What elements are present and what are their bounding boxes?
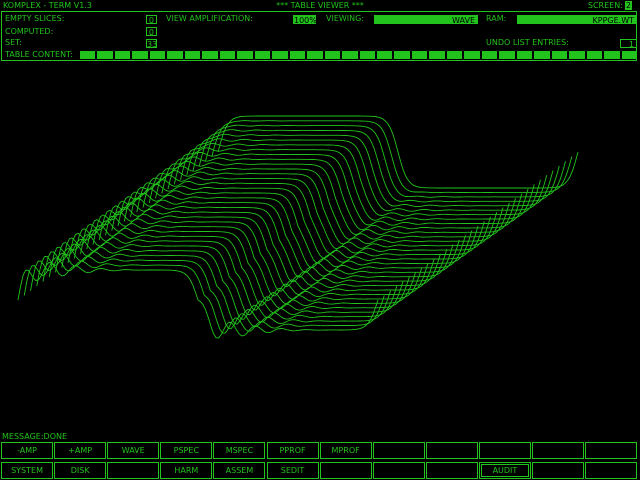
info-panel: EMPTY SLICES: 0 COMPUTED: 0 SET: 33 VIEW… xyxy=(1,11,637,61)
empty-button-slot[interactable] xyxy=(372,442,425,459)
table-content-cell xyxy=(516,51,533,59)
table-content-cell xyxy=(429,51,445,59)
table-content-cell xyxy=(604,51,620,59)
screen-label: SCREEN: xyxy=(587,1,623,10)
table-content-cell xyxy=(394,51,410,59)
table-content-cell xyxy=(324,51,341,59)
empty-button-slot[interactable] xyxy=(532,442,585,459)
empty-button-slot[interactable] xyxy=(107,462,160,479)
set-label: SET: xyxy=(5,38,22,47)
mprof-button[interactable]: MPROF xyxy=(319,442,372,459)
empty-button-slot[interactable] xyxy=(372,462,425,479)
table-content-cell xyxy=(551,51,568,59)
table-content-cell xyxy=(97,51,113,59)
table-content-cell xyxy=(219,51,236,59)
computed-label: COMPUTED: xyxy=(5,27,54,36)
undo-list-value: 1 xyxy=(620,39,637,49)
system-button[interactable]: SYSTEM xyxy=(1,462,54,479)
wave-slice xyxy=(142,170,504,245)
table-content-cell xyxy=(359,51,375,59)
wave-slice xyxy=(30,252,391,330)
empty-button-slot[interactable] xyxy=(425,442,478,459)
view-title: *** TABLE VIEWER *** xyxy=(276,1,364,10)
table-content-cell xyxy=(202,51,218,59)
wave-slice xyxy=(105,197,466,273)
viewing-value[interactable]: WAVE xyxy=(374,15,478,25)
screen-number: 2 xyxy=(624,1,632,10)
amp-button[interactable]: +AMP xyxy=(54,442,107,459)
table-content-cell xyxy=(464,51,480,59)
table-content-cell xyxy=(272,51,288,59)
harm-button[interactable]: HARM xyxy=(160,462,213,479)
pprof-button[interactable]: PPROF xyxy=(266,442,319,459)
terminal-screen: KOMPLEX - TERM V1.3 *** TABLE VIEWER ***… xyxy=(0,0,640,480)
wave-slice xyxy=(17,262,379,339)
screen-indicator: SCREEN: 2 xyxy=(588,0,632,11)
disk-button[interactable]: DISK xyxy=(54,462,107,479)
table-content-cell xyxy=(149,51,166,59)
wave-slice xyxy=(67,225,429,302)
wave-slice xyxy=(136,174,498,250)
ram-value[interactable]: KPPGE.WT xyxy=(517,15,637,25)
computed-value: 0 xyxy=(146,27,157,37)
table-content-cell xyxy=(499,51,515,59)
table-content-cell xyxy=(132,51,148,59)
table-content-label: TABLE CONTENT: xyxy=(5,50,73,59)
table-content-bar xyxy=(80,51,637,59)
empty-button-slot[interactable] xyxy=(425,462,478,479)
table-content-cell xyxy=(411,51,428,59)
ram-label: RAM: xyxy=(486,14,507,23)
amp-button[interactable]: -AMP xyxy=(1,442,54,459)
mspec-button[interactable]: MSPEC xyxy=(213,442,266,459)
table-content-cell xyxy=(114,51,131,59)
table-content-cell xyxy=(621,51,637,59)
table-content-cell xyxy=(534,51,550,59)
wave-button[interactable]: WAVE xyxy=(107,442,160,459)
table-content-cell xyxy=(446,51,463,59)
empty-button-slot[interactable] xyxy=(532,462,585,479)
sedit-button[interactable]: SEDIT xyxy=(266,462,319,479)
wave-slice xyxy=(23,257,385,334)
wave-slice xyxy=(173,147,535,221)
table-content-cell xyxy=(481,51,498,59)
command-button-grid: -AMP +AMP WAVE PSPEC MSPEC PPROF MPROF SYSTEM DI… xyxy=(1,442,639,480)
table-content-cell xyxy=(167,51,183,59)
empty-button-slot[interactable] xyxy=(319,462,372,479)
wave-slice xyxy=(117,188,479,264)
status-message: MESSAGE:DONE xyxy=(2,432,68,441)
assem-button[interactable]: ASSEM xyxy=(213,462,266,479)
wave-slice xyxy=(130,179,491,254)
empty-button-slot[interactable] xyxy=(478,442,531,459)
wave-slice xyxy=(111,193,473,269)
audit-button[interactable]: AUDIT xyxy=(478,462,531,479)
set-value[interactable]: 33 xyxy=(146,39,157,49)
empty-button-slot[interactable] xyxy=(585,462,638,479)
table-content-cell xyxy=(307,51,323,59)
viewing-label: VIEWING: xyxy=(326,14,365,23)
empty-slices-value: 0 xyxy=(146,15,157,25)
empty-slices-label: EMPTY SLICES: xyxy=(5,14,65,23)
title-bar: KOMPLEX - TERM V1.3 *** TABLE VIEWER ***… xyxy=(0,0,640,11)
wave-slice xyxy=(123,183,485,259)
pspec-button[interactable]: PSPEC xyxy=(160,442,213,459)
table-content-cell xyxy=(569,51,585,59)
table-content-cell xyxy=(237,51,253,59)
table-content-cell xyxy=(342,51,358,59)
table-content-cell xyxy=(376,51,393,59)
table-content-cell xyxy=(254,51,271,59)
wavetable-3d-view xyxy=(17,115,579,339)
table-content-cell xyxy=(586,51,603,59)
wave-slice xyxy=(98,202,460,278)
wave-slice xyxy=(92,206,454,283)
table-content-cell xyxy=(80,51,96,59)
empty-button-slot[interactable] xyxy=(585,442,638,459)
view-amplification-label: VIEW AMPLIFICATION: xyxy=(166,14,253,23)
table-content-cell xyxy=(289,51,306,59)
table-content-cell xyxy=(184,51,201,59)
view-amplification-value[interactable]: 100% xyxy=(293,15,317,25)
undo-list-label: UNDO LIST ENTRIES: xyxy=(486,38,569,47)
wave-slice xyxy=(61,229,423,306)
